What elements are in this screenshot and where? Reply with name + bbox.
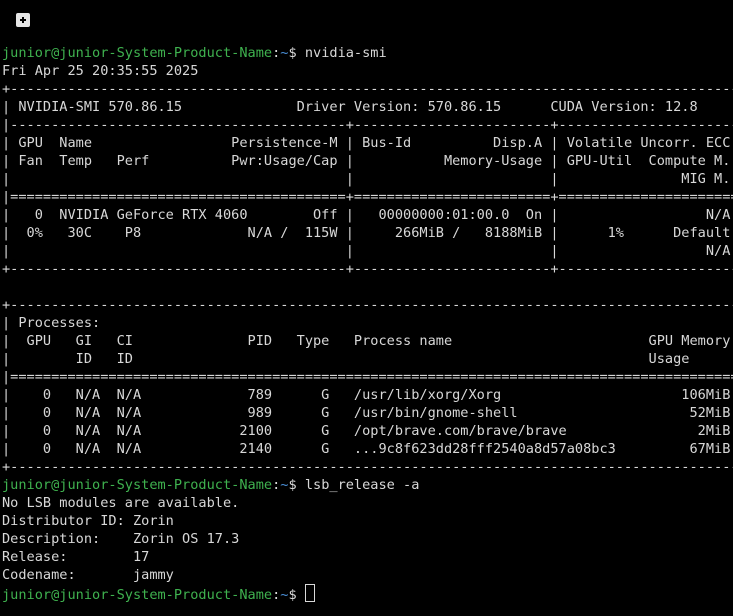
- terminal-cursor[interactable]: [304, 584, 315, 602]
- output-line: +---------------------------------------…: [2, 459, 733, 475]
- output-line: | 0 N/A N/A 989 G /usr/bin/gnome-shell 5…: [2, 405, 733, 421]
- prompt-line: junior@junior-System-Product-Name:~$ nvi…: [2, 44, 387, 62]
- output-line: |=======================================…: [2, 189, 733, 205]
- prompt-user-host: junior@junior-System-Product-Name: [2, 45, 273, 61]
- terminal-window[interactable]: junior@junior-System-Product-Name:~$ nvi…: [0, 0, 733, 616]
- output-line: | GPU Name Persistence-M | Bus-Id Disp.A…: [2, 135, 733, 151]
- output-line: Codename: jammy: [2, 567, 174, 583]
- output-line: |---------------------------------------…: [2, 117, 733, 133]
- output-line: +---------------------------------------…: [2, 81, 733, 97]
- output-line: |=======================================…: [2, 369, 733, 385]
- output-line: Release: 17: [2, 549, 150, 565]
- output-line: | ID ID Usage |: [2, 351, 733, 367]
- prompt-symbol: $: [288, 477, 305, 493]
- command-text: nvidia-smi: [304, 45, 387, 61]
- prompt-user-host: junior@junior-System-Product-Name: [2, 477, 273, 493]
- output-line: | 0 NVIDIA GeForce RTX 4060 Off | 000000…: [2, 207, 733, 223]
- output-line: | | | MIG M. |: [2, 171, 733, 187]
- output-line: | Fan Temp Perf Pwr:Usage/Cap | Memory-U…: [2, 153, 733, 169]
- output-line: Description: Zorin OS 17.3: [2, 531, 240, 547]
- new-tab-icon[interactable]: [16, 13, 30, 27]
- output-line: | 0% 30C P8 N/A / 115W | 266MiB / 8188Mi…: [2, 225, 733, 241]
- output-line: | | | N/A |: [2, 243, 733, 259]
- output-line: | Processes: |: [2, 315, 733, 331]
- prompt-line: junior@junior-System-Product-Name:~$: [2, 584, 315, 603]
- output-line: Fri Apr 25 20:35:55 2025: [2, 63, 199, 79]
- prompt-line: junior@junior-System-Product-Name:~$ lsb…: [2, 476, 419, 494]
- output-line: | NVIDIA-SMI 570.86.15 Driver Version: 5…: [2, 99, 733, 115]
- output-line: | 0 N/A N/A 2140 G ...9c8f623dd28fff2540…: [2, 441, 733, 457]
- output-line: | 0 N/A N/A 2100 G /opt/brave.com/brave/…: [2, 423, 733, 439]
- prompt-symbol: $: [288, 45, 305, 61]
- command-text: lsb_release -a: [304, 477, 420, 493]
- output-line: No LSB modules are available.: [2, 495, 240, 511]
- output-line: | 0 N/A N/A 789 G /usr/lib/xorg/Xorg 106…: [2, 387, 733, 403]
- prompt-symbol: $: [288, 587, 305, 603]
- output-line: Distributor ID: Zorin: [2, 513, 174, 529]
- output-line: +---------------------------------------…: [2, 297, 733, 313]
- prompt-user-host: junior@junior-System-Product-Name: [2, 587, 273, 603]
- output-line: +---------------------------------------…: [2, 261, 733, 277]
- output-line: | GPU GI CI PID Type Process name GPU Me…: [2, 333, 733, 349]
